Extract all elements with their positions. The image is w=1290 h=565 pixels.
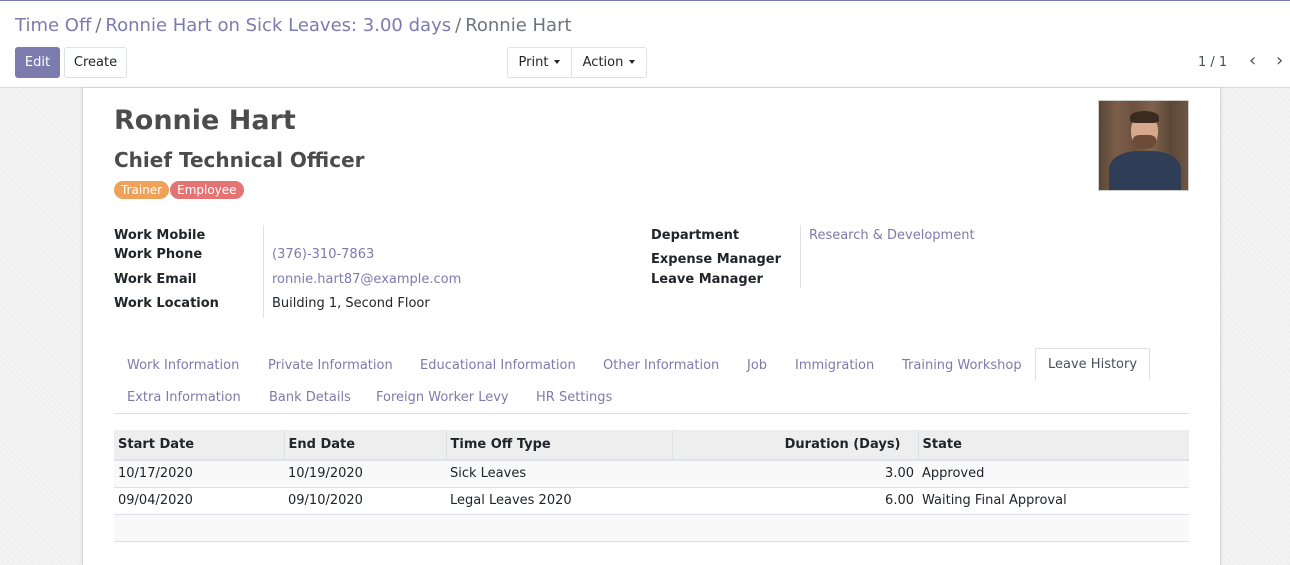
tab-job[interactable]: Job bbox=[747, 358, 767, 373]
cell-state: Waiting Final Approval bbox=[918, 487, 1189, 515]
tab-other-information[interactable]: Other Information bbox=[603, 358, 719, 373]
column-header-duration[interactable]: Duration (Days) bbox=[672, 430, 919, 461]
cell-duration: 6.00 bbox=[672, 487, 918, 515]
column-header-state[interactable]: State bbox=[918, 430, 1189, 461]
breadcrumb-separator: / bbox=[455, 15, 462, 36]
cell-end-date: 09/10/2020 bbox=[284, 487, 446, 515]
caret-down-icon bbox=[629, 59, 636, 64]
tab-bank-details[interactable]: Bank Details bbox=[269, 390, 351, 405]
employee-avatar[interactable] bbox=[1098, 100, 1189, 191]
employee-job-title: Chief Technical Officer bbox=[114, 148, 365, 172]
cell-state: Approved bbox=[918, 460, 1189, 488]
table-row[interactable]: 10/17/2020 10/19/2020 Sick Leaves 3.00 A… bbox=[114, 460, 1189, 488]
column-header-time-off-type[interactable]: Time Off Type bbox=[446, 430, 673, 461]
leave-manager-label: Leave Manager bbox=[651, 272, 763, 287]
print-label: Print bbox=[518, 55, 549, 70]
pager-value[interactable]: 1 / 1 bbox=[1198, 55, 1227, 70]
action-dropdown[interactable]: Action bbox=[571, 47, 647, 78]
breadcrumb-separator: / bbox=[95, 15, 102, 36]
employee-tags: Trainer Employee bbox=[114, 181, 245, 199]
edit-button[interactable]: Edit bbox=[15, 47, 60, 78]
chevron-left-icon[interactable]: ‹ bbox=[1249, 51, 1256, 71]
cell-end-date: 10/19/2020 bbox=[284, 460, 446, 488]
table-empty-row bbox=[114, 514, 1189, 542]
breadcrumb: Time Off / Ronnie Hart on Sick Leaves: 3.0… bbox=[15, 15, 572, 36]
caret-down-icon bbox=[554, 59, 561, 64]
department-value[interactable]: Research & Development bbox=[809, 228, 975, 243]
tab-training-workshop[interactable]: Training Workshop bbox=[902, 358, 1022, 373]
tag-trainer: Trainer bbox=[114, 181, 170, 199]
left-group-divider bbox=[263, 225, 264, 318]
create-button[interactable]: Create bbox=[64, 47, 127, 78]
leave-history-table: Start Date End Date Time Off Type Durati… bbox=[114, 430, 1189, 542]
column-header-start-date[interactable]: Start Date bbox=[114, 430, 285, 461]
tab-bar-border bbox=[114, 413, 1189, 414]
action-label: Action bbox=[582, 55, 624, 70]
breadcrumb-time-off[interactable]: Time Off bbox=[15, 15, 91, 36]
column-header-end-date[interactable]: End Date bbox=[284, 430, 447, 461]
table-row[interactable]: 09/04/2020 09/10/2020 Legal Leaves 2020 … bbox=[114, 487, 1189, 515]
tag-employee: Employee bbox=[170, 181, 244, 199]
work-location-value: Building 1, Second Floor bbox=[272, 296, 430, 311]
print-dropdown[interactable]: Print bbox=[507, 47, 572, 78]
cell-start-date: 09/04/2020 bbox=[114, 487, 284, 515]
avatar-body bbox=[1109, 151, 1181, 190]
tab-immigration[interactable]: Immigration bbox=[795, 358, 874, 373]
tab-leave-history[interactable]: Leave History bbox=[1035, 348, 1151, 381]
right-group-divider bbox=[800, 225, 801, 288]
tab-foreign-worker-levy[interactable]: Foreign Worker Levy bbox=[376, 390, 509, 405]
work-location-label: Work Location bbox=[114, 296, 219, 311]
cell-time-off-type: Legal Leaves 2020 bbox=[446, 487, 672, 515]
table-header-row: Start Date End Date Time Off Type Durati… bbox=[114, 430, 1189, 461]
tab-educational-information[interactable]: Educational Information bbox=[420, 358, 576, 373]
form-sheet: Ronnie Hart Chief Technical Officer Trai… bbox=[82, 88, 1221, 565]
tab-hr-settings[interactable]: HR Settings bbox=[536, 390, 612, 405]
cell-duration: 3.00 bbox=[672, 460, 918, 488]
avatar-hair bbox=[1130, 111, 1159, 123]
employee-name: Ronnie Hart bbox=[114, 105, 296, 136]
tab-work-information[interactable]: Work Information bbox=[127, 358, 239, 373]
cell-time-off-type: Sick Leaves bbox=[446, 460, 672, 488]
work-email-label: Work Email bbox=[114, 272, 197, 287]
work-mobile-label: Work Mobile bbox=[114, 228, 206, 243]
cell-start-date: 10/17/2020 bbox=[114, 460, 284, 488]
department-label: Department bbox=[651, 228, 740, 243]
control-panel: Time Off / Ronnie Hart on Sick Leaves: 3.0… bbox=[0, 1, 1290, 88]
avatar-beard bbox=[1133, 135, 1156, 149]
chevron-right-icon[interactable]: › bbox=[1276, 51, 1283, 71]
breadcrumb-current: Ronnie Hart bbox=[465, 15, 572, 36]
breadcrumb-leave-record[interactable]: Ronnie Hart on Sick Leaves: 3.00 days bbox=[105, 15, 451, 36]
work-phone-value[interactable]: (376)-310-7863 bbox=[272, 247, 374, 262]
expense-manager-label: Expense Manager bbox=[651, 252, 781, 267]
tab-private-information[interactable]: Private Information bbox=[268, 358, 393, 373]
work-email-value[interactable]: ronnie.hart87@example.com bbox=[272, 272, 461, 287]
tab-extra-information[interactable]: Extra Information bbox=[127, 390, 241, 405]
work-phone-label: Work Phone bbox=[114, 247, 203, 262]
